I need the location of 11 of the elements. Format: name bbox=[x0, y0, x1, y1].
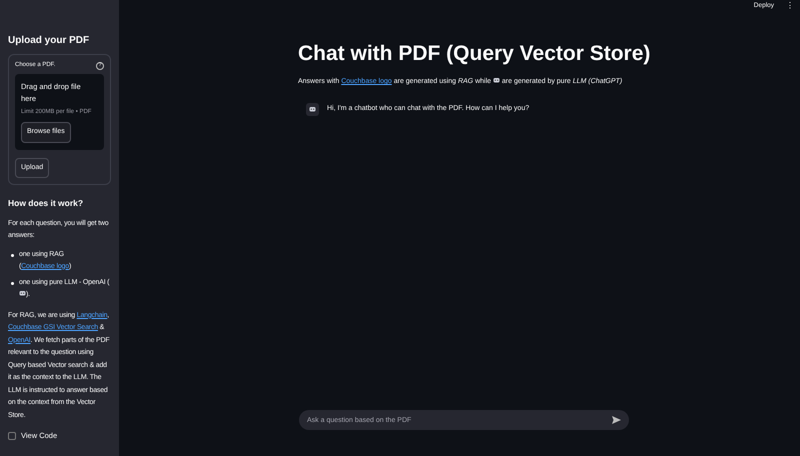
bullet-icon bbox=[11, 282, 14, 285]
view-code-checkbox[interactable] bbox=[8, 432, 16, 440]
send-icon[interactable] bbox=[612, 416, 621, 424]
how-title: How does it work? bbox=[8, 197, 84, 210]
bullet-icon bbox=[11, 254, 14, 257]
sidebar-title: Upload your PDF bbox=[8, 34, 90, 48]
robot-icon bbox=[492, 77, 500, 83]
menu-icon[interactable]: ⋮ bbox=[786, 2, 794, 10]
robot-icon bbox=[309, 106, 316, 112]
page-title: Chat with PDF (Query Vector Store) bbox=[298, 41, 650, 67]
robot-icon bbox=[19, 290, 26, 296]
